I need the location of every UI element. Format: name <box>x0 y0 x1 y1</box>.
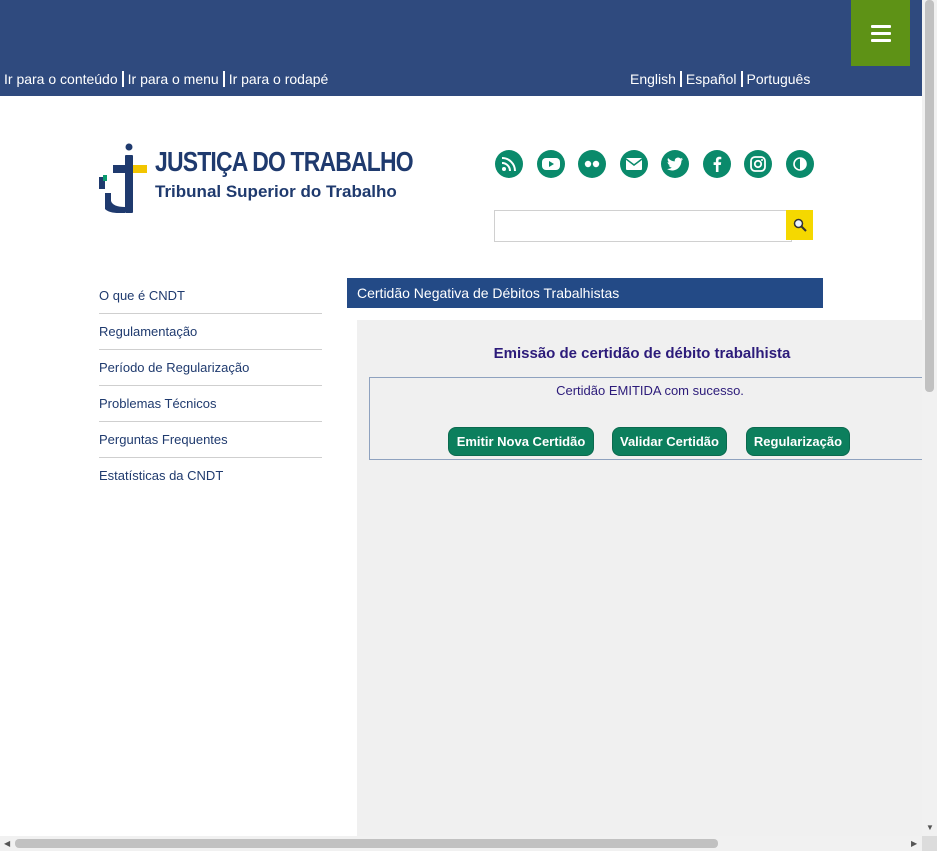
search-input[interactable] <box>494 210 792 242</box>
instagram-icon[interactable] <box>744 150 772 178</box>
hamburger-menu-button[interactable] <box>851 0 910 66</box>
skip-links: Ir para o conteúdo Ir para o menu Ir par… <box>4 71 328 87</box>
lang-portuguese-link[interactable]: Português <box>747 71 811 87</box>
logo-subtitle: Tribunal Superior do Trabalho <box>155 182 397 201</box>
site-logo[interactable]: JUSTIÇA DO TRABALHO Tribunal Superior do… <box>99 143 414 215</box>
success-message: Certidão EMITIDA com sucesso. <box>556 383 744 398</box>
social-links <box>495 150 827 178</box>
logo-mark-icon <box>99 143 147 213</box>
contrast-icon[interactable] <box>785 150 814 178</box>
skip-to-content-link[interactable]: Ir para o conteúdo <box>4 71 118 87</box>
horizontal-scrollbar-thumb[interactable] <box>15 839 718 848</box>
skip-to-menu-link[interactable]: Ir para o menu <box>128 71 219 87</box>
separator <box>679 71 682 87</box>
facebook-icon[interactable] <box>702 150 731 178</box>
rss-icon[interactable] <box>495 150 523 178</box>
flickr-icon[interactable] <box>578 150 606 178</box>
lang-english-link[interactable]: English <box>630 71 676 87</box>
scroll-left-arrow-icon[interactable]: ◀ <box>4 839 10 848</box>
sidebar-item-periodo-regularizacao[interactable]: Período de Regularização <box>99 350 322 386</box>
search-icon <box>793 218 807 232</box>
regularizacao-button[interactable]: Regularização <box>747 428 849 455</box>
validar-certidao-button[interactable]: Validar Certidão <box>613 428 726 455</box>
separator <box>740 71 743 87</box>
page-heading: Emissão de certidão de débito trabalhist… <box>493 345 791 362</box>
separator <box>222 71 225 87</box>
section-title-bar: Certidão Negativa de Débitos Trabalhista… <box>347 278 823 308</box>
youtube-icon[interactable] <box>536 150 565 178</box>
sidebar-item-estatisticas-cndt[interactable]: Estatísticas da CNDT <box>99 458 322 493</box>
scroll-right-arrow-icon[interactable]: ▶ <box>911 839 917 848</box>
sidebar-menu: O que é CNDT Regulamentação Período de R… <box>99 278 322 493</box>
hamburger-icon <box>870 21 891 46</box>
scrollbar-corner <box>922 836 937 851</box>
logo-title: JUSTIÇA DO TRABALHO <box>155 146 414 177</box>
email-icon[interactable] <box>619 150 648 178</box>
sidebar-item-problemas-tecnicos[interactable]: Problemas Técnicos <box>99 386 322 422</box>
scroll-down-arrow-icon[interactable]: ▼ <box>926 823 934 832</box>
lang-spanish-link[interactable]: Español <box>686 71 737 87</box>
separator <box>121 71 124 87</box>
sidebar-item-perguntas-frequentes[interactable]: Perguntas Frequentes <box>99 422 322 458</box>
sidebar-item-o-que-e-cndt[interactable]: O que é CNDT <box>99 278 322 314</box>
skip-to-footer-link[interactable]: Ir para o rodapé <box>229 71 329 87</box>
emitir-nova-certidao-button[interactable]: Emitir Nova Certidão <box>449 428 593 455</box>
vertical-scrollbar-thumb[interactable] <box>925 0 934 392</box>
language-switcher: English Español Português <box>630 71 810 87</box>
twitter-icon[interactable] <box>661 150 689 178</box>
sidebar-item-regulamentacao[interactable]: Regulamentação <box>99 314 322 350</box>
search-button[interactable] <box>786 210 813 240</box>
